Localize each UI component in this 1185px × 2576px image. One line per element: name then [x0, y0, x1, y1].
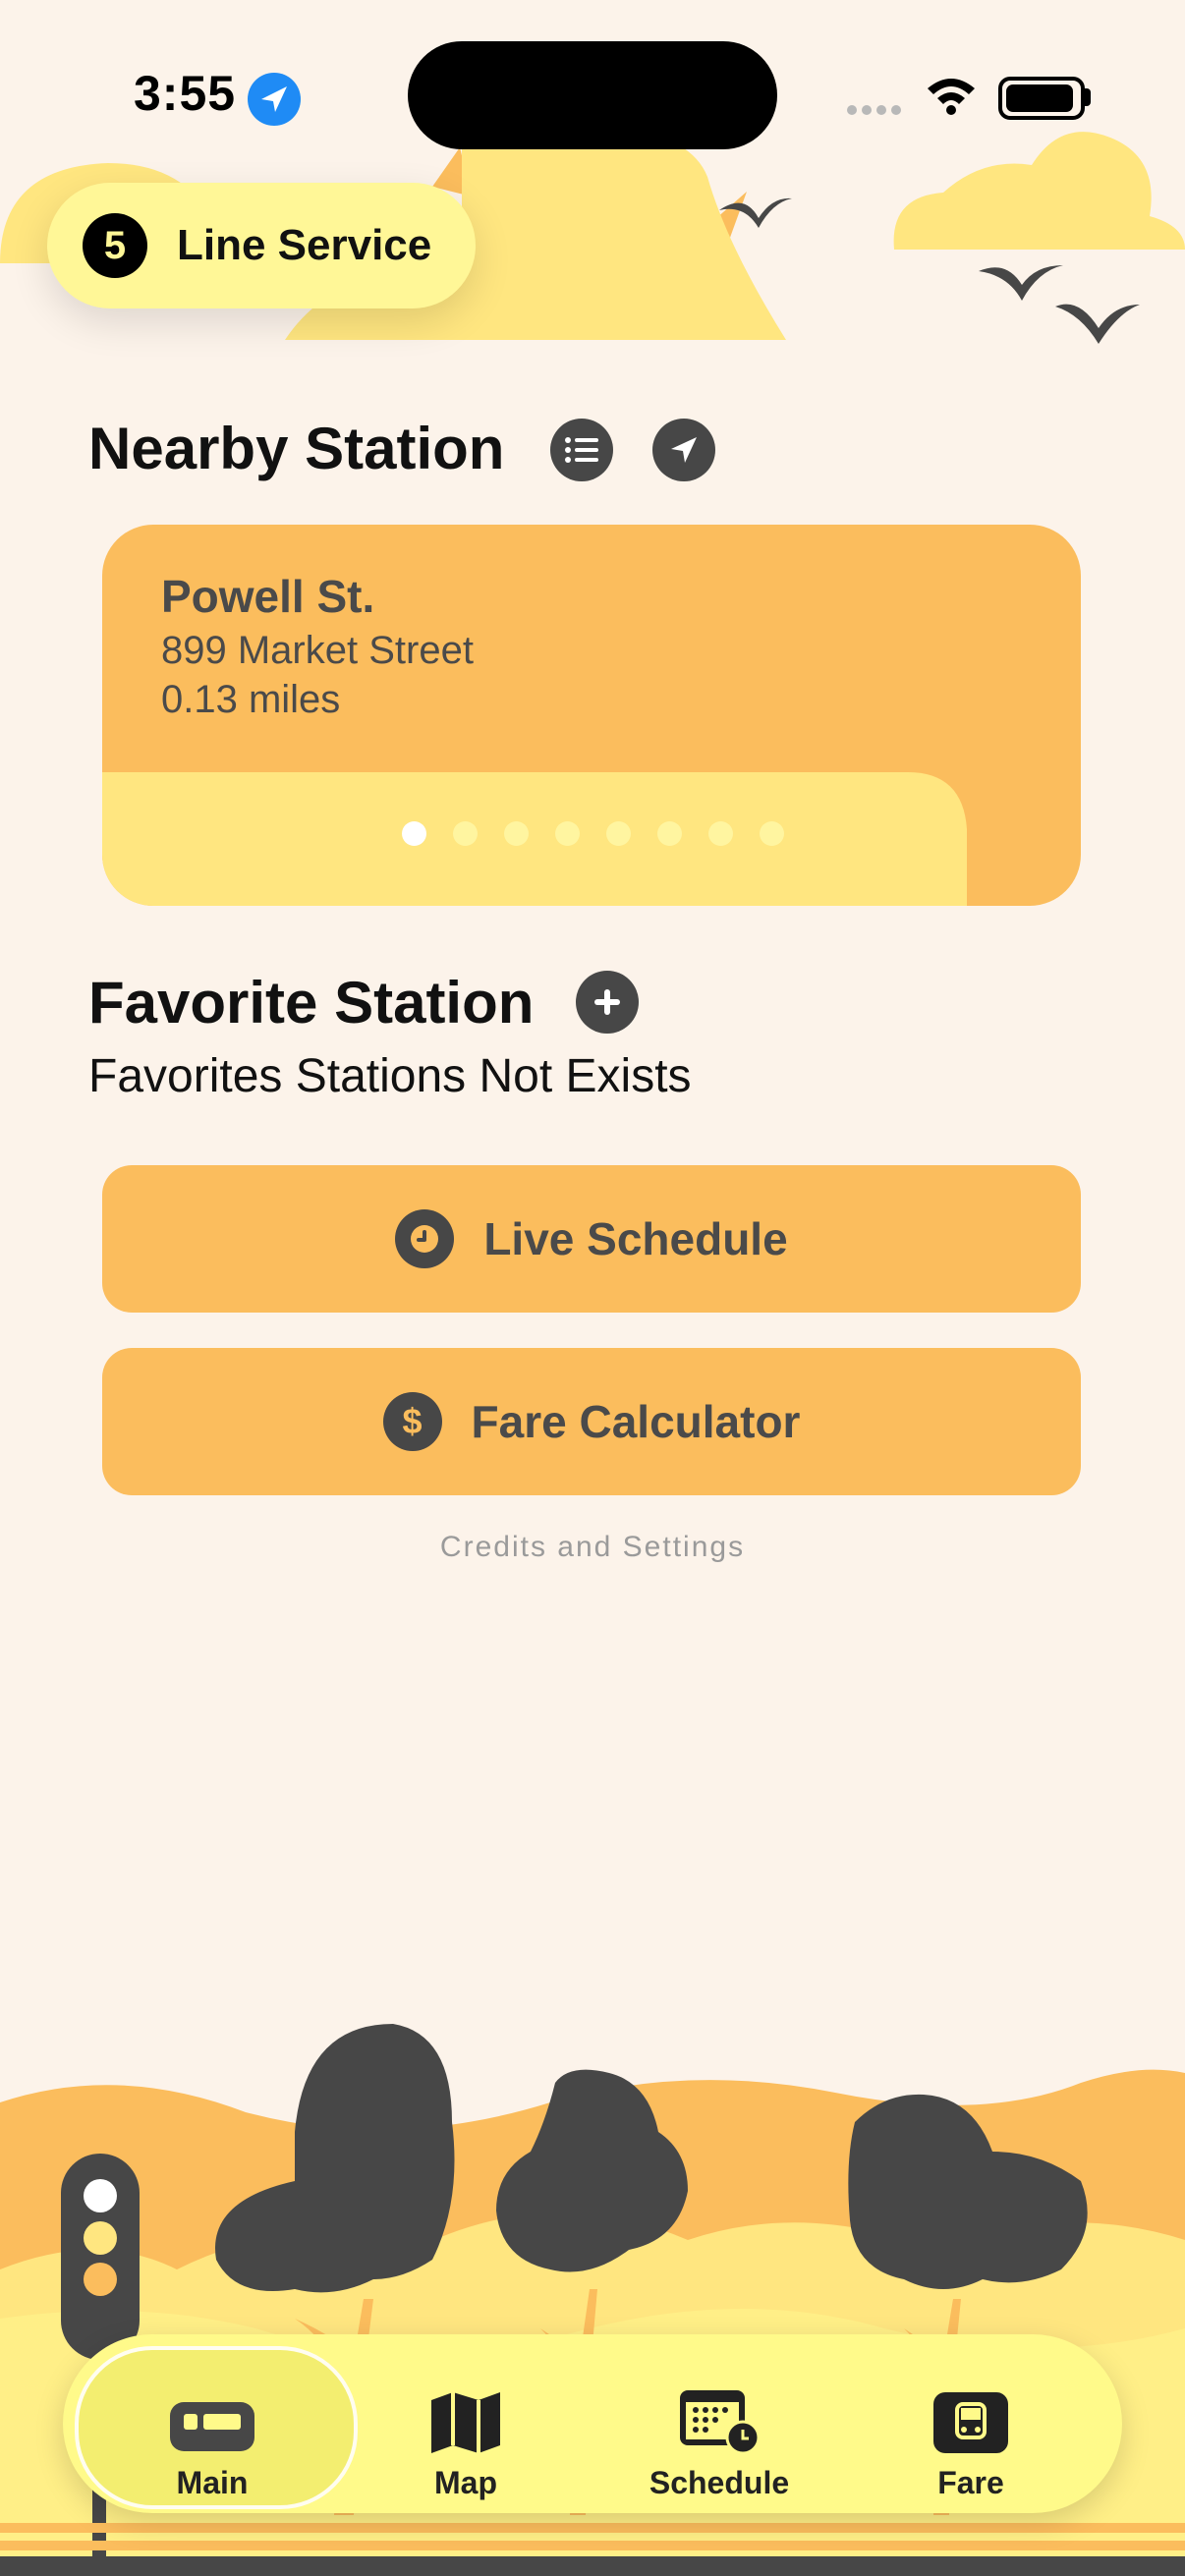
fare-calculator-button[interactable]: $ Fare Calculator — [102, 1348, 1081, 1495]
clock-icon — [395, 1209, 455, 1268]
location-arrow-icon — [248, 73, 301, 126]
line-service-button[interactable]: 5 Line Service — [47, 183, 476, 308]
page-dot[interactable] — [759, 821, 784, 846]
tab-label: Fare — [937, 2465, 1004, 2500]
tab-label: Map — [434, 2465, 497, 2500]
fare-calculator-label: Fare Calculator — [471, 1396, 801, 1447]
plus-icon — [594, 989, 620, 1015]
page-dot[interactable] — [707, 821, 733, 846]
live-schedule-button[interactable]: Live Schedule — [102, 1165, 1081, 1313]
station-address: 899 Market Street — [161, 629, 474, 672]
tab-map[interactable]: Map — [367, 2354, 564, 2501]
credits-settings-link[interactable]: Credits and Settings — [0, 1531, 1185, 1564]
status-time: 3:55 — [134, 66, 237, 121]
page-dot[interactable] — [503, 821, 529, 846]
page-dot[interactable] — [605, 821, 631, 846]
bus-icon — [933, 2392, 1008, 2453]
cellular-signal-icon — [847, 102, 906, 120]
line-service-label: Line Service — [177, 221, 432, 269]
page-dot[interactable] — [452, 821, 478, 846]
bird-shape — [1055, 304, 1140, 344]
calendar-clock-icon — [680, 2390, 761, 2455]
add-favorite-button[interactable] — [576, 971, 639, 1034]
station-name: Powell St. — [161, 571, 375, 622]
wifi-icon — [928, 79, 975, 115]
favorites-empty-text: Favorites Stations Not Exists — [88, 1050, 692, 1102]
page-indicator[interactable] — [0, 821, 1185, 846]
bird-shape — [979, 265, 1063, 301]
dollar-icon: $ — [382, 1392, 442, 1451]
page-dot[interactable] — [656, 821, 682, 846]
line-number-badge: 5 — [83, 213, 147, 278]
train-icon — [170, 2402, 254, 2451]
station-distance: 0.13 miles — [161, 678, 341, 721]
live-schedule-label: Live Schedule — [483, 1213, 788, 1264]
map-icon — [431, 2392, 500, 2453]
tab-fare[interactable]: Fare — [873, 2354, 1069, 2501]
page-dot[interactable] — [554, 821, 580, 846]
station-list-button[interactable] — [550, 419, 613, 481]
tab-schedule[interactable]: Schedule — [621, 2354, 818, 2501]
tab-main[interactable]: Main — [114, 2354, 310, 2501]
locate-button[interactable] — [652, 419, 715, 481]
dynamic-island — [408, 41, 777, 149]
list-icon — [565, 437, 598, 463]
favorite-station-title: Favorite Station — [88, 970, 535, 1036]
nearby-station-title: Nearby Station — [88, 416, 505, 481]
tab-label: Main — [176, 2465, 249, 2500]
tab-label: Schedule — [649, 2465, 790, 2500]
location-arrow-icon — [671, 437, 697, 463]
page-dot[interactable] — [401, 821, 426, 846]
